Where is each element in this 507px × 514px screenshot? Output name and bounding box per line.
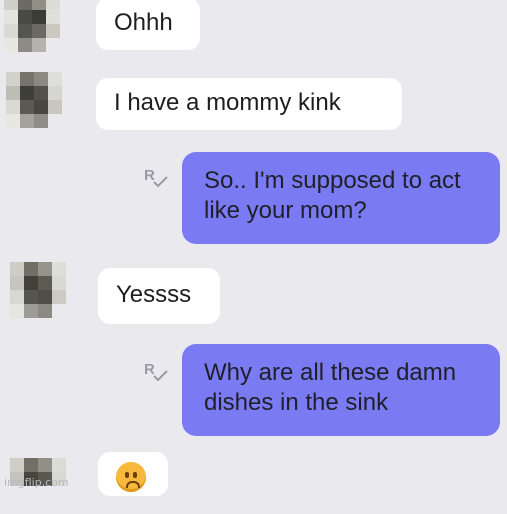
message-text: Ohhh — [114, 9, 173, 36]
message-bubble-incoming[interactable]: Ohhh — [96, 0, 200, 50]
message-bubble-incoming[interactable]: Yessss — [98, 268, 220, 324]
read-receipt-icon: R — [144, 362, 170, 386]
message-text: Yessss — [116, 281, 192, 308]
contact-avatar-blurred[interactable] — [4, 0, 60, 52]
message-bubble-outgoing[interactable]: Why are all these damn dishes in the sin… — [182, 344, 500, 436]
message-text: I have a mommy kink — [114, 89, 341, 116]
watermark: imgflip.com — [4, 476, 69, 489]
read-receipt-icon: R — [144, 168, 170, 192]
contact-avatar-blurred[interactable] — [10, 262, 66, 318]
contact-avatar-blurred[interactable] — [6, 72, 62, 128]
message-bubble-outgoing[interactable]: So.. I'm supposed to act like your mom? — [182, 152, 500, 244]
chat-conversation: Ohhh I have a mommy kink R So.. I'm supp… — [0, 0, 507, 514]
message-text: Why are all these damn dishes in the sin… — [204, 359, 457, 416]
worried-face-emoji-icon — [116, 462, 146, 492]
message-text: So.. I'm supposed to act like your mom? — [204, 167, 461, 224]
message-bubble-incoming[interactable]: I have a mommy kink — [96, 78, 402, 130]
message-bubble-incoming-emoji[interactable] — [98, 452, 168, 496]
